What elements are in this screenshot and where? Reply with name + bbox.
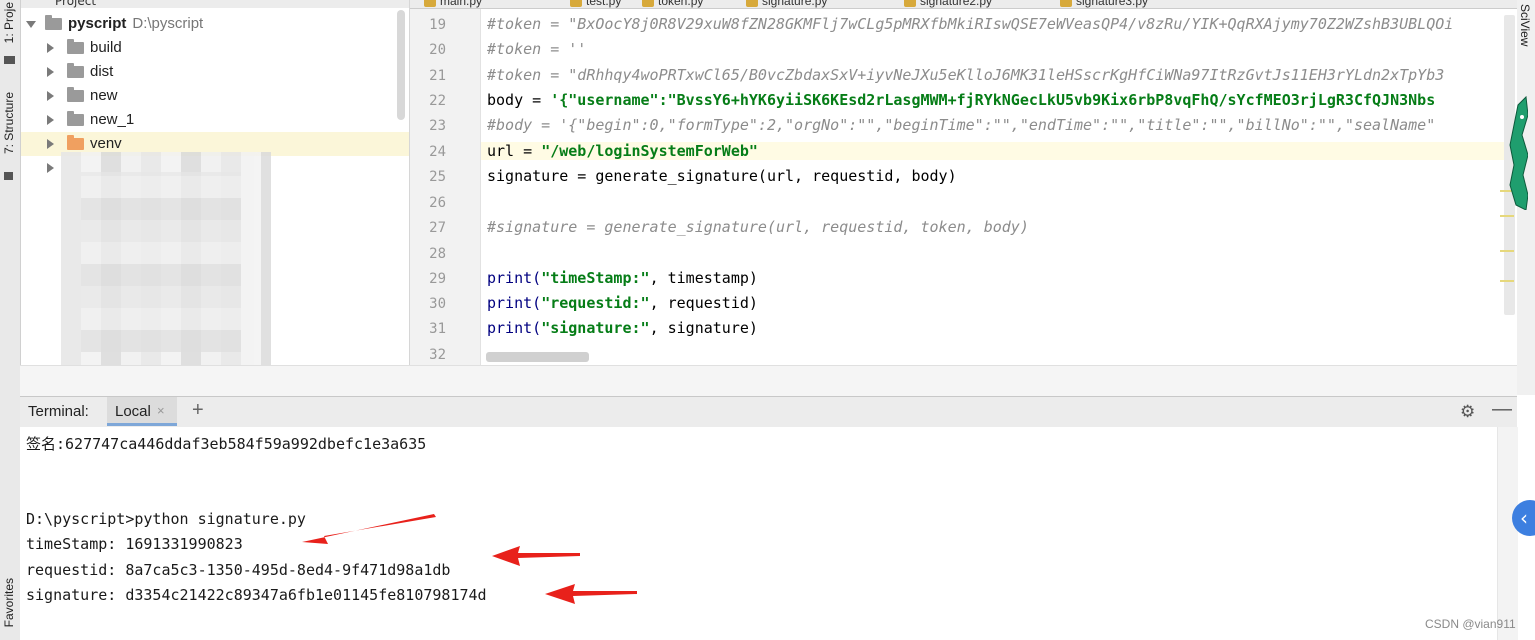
code-line-31: print("signature:", signature) bbox=[487, 319, 758, 337]
line-number: 27 bbox=[429, 220, 446, 236]
tree-root-path: D:\pyscript bbox=[132, 15, 204, 32]
chevron-right-icon[interactable] bbox=[47, 115, 54, 125]
code-line-27: #signature = generate_signature(url, req… bbox=[487, 218, 1029, 236]
line-number: 31 bbox=[429, 321, 446, 337]
tree-root-pyscript[interactable]: pyscript D:\pyscript bbox=[21, 12, 409, 36]
project-scrollbar[interactable] bbox=[397, 10, 405, 120]
project-tool-icon bbox=[4, 56, 15, 64]
terminal-title: Terminal: bbox=[28, 403, 89, 420]
file-tab[interactable]: token.py bbox=[642, 0, 703, 8]
tree-item-label: dist bbox=[90, 63, 114, 80]
line-number: 24 bbox=[429, 144, 446, 160]
line-number: 25 bbox=[429, 169, 446, 185]
tree-item-label: new bbox=[90, 87, 118, 104]
terminal-line: requestid: 8a7ca5c3-1350-495d-8ed4-9f471… bbox=[26, 561, 451, 579]
structure-tool-icon bbox=[4, 172, 13, 180]
line-number: 32 bbox=[429, 347, 446, 363]
watermark: CSDN @vian911 bbox=[1425, 617, 1516, 631]
minimize-icon[interactable]: — bbox=[1492, 398, 1512, 421]
panel-divider[interactable] bbox=[20, 365, 1517, 396]
terminal-tab-label: Local bbox=[115, 403, 151, 420]
python-file-icon bbox=[570, 0, 582, 7]
chevron-right-icon[interactable] bbox=[47, 91, 54, 101]
terminal-line: 签名:627747ca446ddaf3eb584f59a992dbefc1e3a… bbox=[26, 435, 427, 453]
folder-icon bbox=[67, 87, 84, 102]
left-tool-strip: 1: Proje 7: Structure bbox=[0, 0, 21, 640]
chevron-right-icon[interactable] bbox=[47, 43, 54, 53]
folder-icon bbox=[45, 15, 62, 30]
project-panel: Project pyscript D:\pyscript build dist n… bbox=[21, 0, 410, 395]
folder-icon bbox=[67, 111, 84, 126]
code-line-22: body = '{"username":"BvssY6+hYK6yiiSK6KE… bbox=[487, 91, 1436, 109]
structure-tool-tab[interactable]: 7: Structure bbox=[2, 92, 16, 154]
line-number: 21 bbox=[429, 68, 446, 84]
editor-horizontal-scrollbar[interactable] bbox=[486, 352, 589, 362]
code-line-19: #token = "BxOocY8j0R8V29xuW8fZN28GKMFlj7… bbox=[487, 15, 1454, 33]
terminal-line: signature: d3354c21422c89347a6fb1e01145f… bbox=[26, 586, 487, 604]
folder-icon bbox=[67, 63, 84, 78]
terminal-output[interactable]: 签名:627747ca446ddaf3eb584f59a992dbefc1e3a… bbox=[20, 427, 1517, 640]
line-number: 29 bbox=[429, 271, 446, 287]
editor-gutter: 19 20 21 22 23 24 25 26 27 28 29 30 31 3… bbox=[410, 9, 481, 365]
line-number: 30 bbox=[429, 296, 446, 312]
terminal-line: timeStamp: 1691331990823 bbox=[26, 535, 243, 553]
code-line-30: print("requestid:", requestid) bbox=[487, 294, 758, 312]
code-line-23: #body = '{"begin":0,"formType":2,"orgNo"… bbox=[487, 116, 1436, 134]
file-tab[interactable]: test.py bbox=[570, 0, 621, 8]
tree-root-label: pyscript D:\pyscript bbox=[68, 15, 204, 32]
file-tab[interactable]: main.py bbox=[424, 0, 482, 8]
code-line-25: signature = generate_signature(url, requ… bbox=[487, 167, 957, 185]
red-arrow-annotation-icon bbox=[302, 514, 436, 544]
file-tab-active[interactable]: signature.py bbox=[746, 0, 827, 8]
code-line-20: #token = '' bbox=[487, 40, 587, 58]
project-panel-header: Project bbox=[21, 0, 409, 8]
add-terminal-button[interactable]: + bbox=[192, 399, 204, 422]
python-file-icon bbox=[1060, 0, 1072, 7]
line-number: 20 bbox=[429, 42, 446, 58]
line-number: 26 bbox=[429, 195, 446, 211]
tree-item-label: build bbox=[90, 39, 122, 56]
file-tab[interactable]: signature2.py bbox=[904, 0, 992, 8]
terminal-header: Terminal: Local × + ⚙ — bbox=[20, 396, 1517, 428]
python-file-icon bbox=[424, 0, 436, 7]
mascot-decoration-icon bbox=[1509, 95, 1528, 210]
blurred-region bbox=[61, 152, 271, 392]
red-arrow-annotation-icon bbox=[545, 584, 637, 604]
favorites-tool-tab[interactable]: Favorites bbox=[2, 578, 16, 627]
tree-item-label: new_1 bbox=[90, 111, 135, 128]
red-arrow-annotation-icon bbox=[492, 546, 580, 566]
code-editor[interactable]: #token = "BxOocY8j0R8V29xuW8fZN28GKMFlj7… bbox=[481, 9, 1517, 365]
folder-icon bbox=[67, 39, 84, 54]
chevron-right-icon[interactable] bbox=[47, 163, 54, 173]
tree-item-build[interactable]: build bbox=[21, 36, 409, 60]
tree-item-new-1[interactable]: new_1 bbox=[21, 108, 409, 132]
folder-icon bbox=[67, 135, 84, 150]
chevron-down-icon[interactable] bbox=[26, 21, 36, 28]
line-number: 23 bbox=[429, 118, 446, 134]
python-file-icon bbox=[746, 0, 758, 7]
project-panel-title: Project bbox=[55, 0, 97, 8]
tree-item-dist[interactable]: dist bbox=[21, 60, 409, 84]
line-number: 28 bbox=[429, 246, 446, 262]
code-line-29: print("timeStamp:", timestamp) bbox=[487, 269, 758, 287]
line-number: 22 bbox=[429, 93, 446, 109]
project-tool-tab[interactable]: 1: Proje bbox=[2, 2, 16, 43]
code-line-24: url = "/web/loginSystemForWeb" bbox=[481, 142, 1517, 160]
tree-item-new[interactable]: new bbox=[21, 84, 409, 108]
sciview-tool-tab[interactable]: SciView bbox=[1518, 4, 1532, 46]
line-number: 19 bbox=[429, 17, 446, 33]
code-line-21: #token = "dRhhqy4woPRTxwCl65/B0vcZbdaxSx… bbox=[487, 66, 1445, 84]
editor-tab-bar: main.py test.py token.py signature.py si… bbox=[410, 0, 1517, 9]
gear-icon[interactable]: ⚙ bbox=[1460, 402, 1475, 422]
chevron-right-icon[interactable] bbox=[47, 139, 54, 149]
file-tab[interactable]: signature3.py bbox=[1060, 0, 1148, 8]
python-file-icon bbox=[904, 0, 916, 7]
python-file-icon bbox=[642, 0, 654, 7]
terminal-scrollbar[interactable] bbox=[1497, 427, 1518, 640]
terminal-line: D:\pyscript>python signature.py bbox=[26, 510, 306, 528]
terminal-tab-local[interactable]: Local × bbox=[107, 397, 177, 426]
chevron-right-icon[interactable] bbox=[47, 67, 54, 77]
close-icon[interactable]: × bbox=[157, 403, 165, 418]
